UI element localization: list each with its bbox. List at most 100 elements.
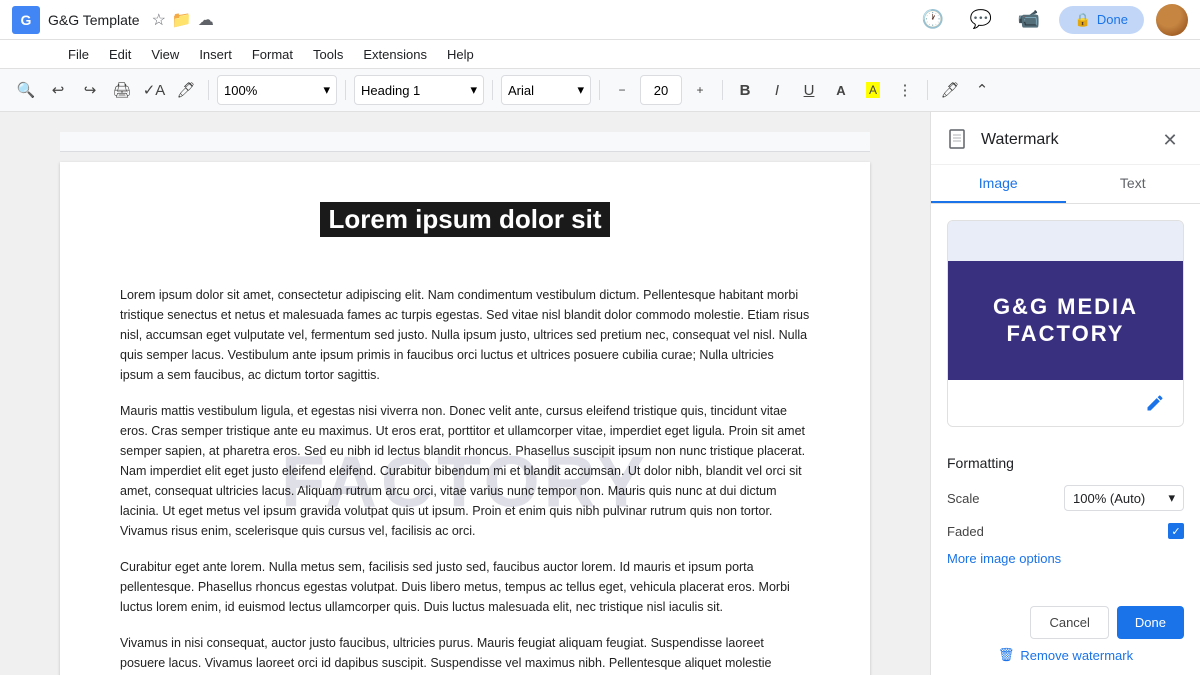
top-bar-right: 🕐 💬 📹 🔒 Done: [915, 2, 1188, 38]
scale-chevron: ▾: [1168, 490, 1175, 506]
document-area[interactable]: ☰ FACTORY Lorem ipsum dolor sit Lorem ip…: [0, 112, 930, 675]
formatting-title: Formatting: [947, 455, 1184, 471]
spellcheck-icon[interactable]: ✓A: [140, 76, 168, 104]
preview-top-area: [948, 221, 1183, 261]
cloud-icon[interactable]: ☁: [198, 10, 214, 30]
avatar[interactable]: [1156, 4, 1188, 36]
watermark-preview: G&G MEDIA FACTORY: [947, 220, 1184, 427]
ruler: ☰: [60, 132, 870, 152]
heading-style-select[interactable]: Heading 1 ▾: [354, 75, 484, 105]
zoom-chevron: ▾: [323, 82, 330, 98]
separator-1: [208, 80, 209, 100]
menu-view[interactable]: View: [143, 44, 187, 65]
menu-bar: File Edit View Insert Format Tools Exten…: [0, 40, 1200, 68]
redo-icon[interactable]: ↪: [76, 76, 104, 104]
underline-button[interactable]: U: [795, 76, 823, 104]
separator-3: [492, 80, 493, 100]
tab-text[interactable]: Text: [1066, 165, 1200, 203]
video-icon[interactable]: 📹: [1011, 2, 1047, 38]
top-bar: G G&G Template ☆ 📁 ☁ 🕐 💬 📹 🔒 Done: [0, 0, 1200, 40]
highlight-button[interactable]: A: [859, 76, 887, 104]
sidebar-footer: Cancel Done 🗑 Remove watermark: [931, 594, 1200, 675]
main-area: ☰ FACTORY Lorem ipsum dolor sit Lorem ip…: [0, 112, 1200, 675]
button-row: Cancel Done: [947, 606, 1184, 639]
paragraph-4[interactable]: Vivamus in nisi consequat, auctor justo …: [120, 633, 810, 675]
menu-format[interactable]: Format: [244, 44, 301, 65]
separator-4: [599, 80, 600, 100]
heading-style-value: Heading 1: [361, 83, 420, 98]
faded-row: Faded ✓: [947, 523, 1184, 539]
remove-watermark-label: Remove watermark: [1020, 648, 1133, 663]
document-title: G&G Template: [48, 12, 140, 28]
menu-file[interactable]: File: [60, 44, 97, 65]
preview-bottom-area: [948, 380, 1183, 426]
title-icons: ☆ 📁 ☁: [152, 10, 214, 30]
menu-tools[interactable]: Tools: [305, 44, 351, 65]
add-comment-icon[interactable]: ⌃: [968, 76, 996, 104]
preview-text-line2: FACTORY: [1007, 321, 1125, 347]
paint-format-icon[interactable]: 🖊: [172, 76, 200, 104]
tabs: Image Text: [931, 165, 1200, 204]
font-size-increase[interactable]: +: [686, 76, 714, 104]
paragraph-1[interactable]: Lorem ipsum dolor sit amet, consectetur …: [120, 285, 810, 385]
edit-image-button[interactable]: [1139, 387, 1171, 419]
text-color-button[interactable]: A: [827, 76, 855, 104]
separator-2: [345, 80, 346, 100]
doc-title-wrap: Lorem ipsum dolor sit: [120, 202, 810, 261]
paragraph-3[interactable]: Curabitur eget ante lorem. Nulla metus s…: [120, 557, 810, 617]
print-icon[interactable]: 🖨: [108, 76, 136, 104]
tab-image[interactable]: Image: [931, 165, 1066, 203]
search-icon[interactable]: 🔍: [12, 76, 40, 104]
menu-help[interactable]: Help: [439, 44, 482, 65]
font-chevron: ▾: [577, 82, 584, 98]
preview-image-area: G&G MEDIA FACTORY: [948, 261, 1183, 380]
trash-icon: 🗑: [998, 647, 1015, 663]
toolbar: 🔍 ↩ ↪ 🖨 ✓A 🖊 100% ▾ Heading 1 ▾ Arial ▾ …: [0, 68, 1200, 112]
heading-chevron: ▾: [470, 82, 477, 98]
font-size-box[interactable]: 20: [640, 75, 682, 105]
menu-extensions[interactable]: Extensions: [355, 44, 435, 65]
font-size-decrease[interactable]: −: [608, 76, 636, 104]
insert-link-icon[interactable]: 🖊: [936, 76, 964, 104]
faded-checkbox[interactable]: ✓: [1168, 523, 1184, 539]
share-label: Done: [1097, 12, 1128, 27]
paragraph-2[interactable]: Mauris mattis vestibulum ligula, et eges…: [120, 401, 810, 541]
zoom-value: 100%: [224, 83, 257, 98]
scale-select[interactable]: 100% (Auto) ▾: [1064, 485, 1184, 511]
scale-label: Scale: [947, 491, 980, 506]
close-sidebar-button[interactable]: ✕: [1156, 126, 1184, 154]
lock-icon: 🔒: [1075, 12, 1091, 28]
sidebar-title-row: Watermark: [947, 128, 1059, 152]
menu-edit[interactable]: Edit: [101, 44, 139, 65]
folder-icon[interactable]: 📁: [172, 10, 192, 30]
remove-watermark-button[interactable]: 🗑 Remove watermark: [947, 647, 1184, 663]
more-format-icon[interactable]: ⋮: [891, 76, 919, 104]
sidebar-title: Watermark: [981, 131, 1059, 149]
more-image-options-link[interactable]: More image options: [947, 551, 1184, 566]
undo-icon[interactable]: ↩: [44, 76, 72, 104]
document-page: FACTORY Lorem ipsum dolor sit Lorem ipsu…: [60, 162, 870, 675]
scale-row: Scale 100% (Auto) ▾: [947, 485, 1184, 511]
italic-button[interactable]: I: [763, 76, 791, 104]
app-icon: G: [12, 6, 40, 34]
font-size-value: 20: [654, 83, 668, 98]
preview-text-line1: G&G MEDIA: [993, 294, 1138, 320]
history-icon[interactable]: 🕐: [915, 2, 951, 38]
watermark-panel-icon: [947, 128, 971, 152]
scale-value: 100% (Auto): [1073, 491, 1145, 506]
comment-icon[interactable]: 💬: [963, 2, 999, 38]
sidebar: Watermark ✕ Image Text G&G MEDIA FACTORY: [930, 112, 1200, 675]
done-button[interactable]: Done: [1117, 606, 1184, 639]
share-button[interactable]: 🔒 Done: [1059, 6, 1144, 34]
document-content: Lorem ipsum dolor sit Lorem ipsum dolor …: [120, 202, 810, 675]
bold-button[interactable]: B: [731, 76, 759, 104]
separator-6: [927, 80, 928, 100]
menu-insert[interactable]: Insert: [191, 44, 240, 65]
star-icon[interactable]: ☆: [152, 10, 166, 30]
font-value: Arial: [508, 83, 534, 98]
zoom-select[interactable]: 100% ▾: [217, 75, 337, 105]
formatting-section: Formatting Scale 100% (Auto) ▾ Faded ✓ M…: [931, 443, 1200, 594]
cancel-button[interactable]: Cancel: [1030, 606, 1108, 639]
document-heading: Lorem ipsum dolor sit: [320, 202, 609, 237]
font-select[interactable]: Arial ▾: [501, 75, 591, 105]
